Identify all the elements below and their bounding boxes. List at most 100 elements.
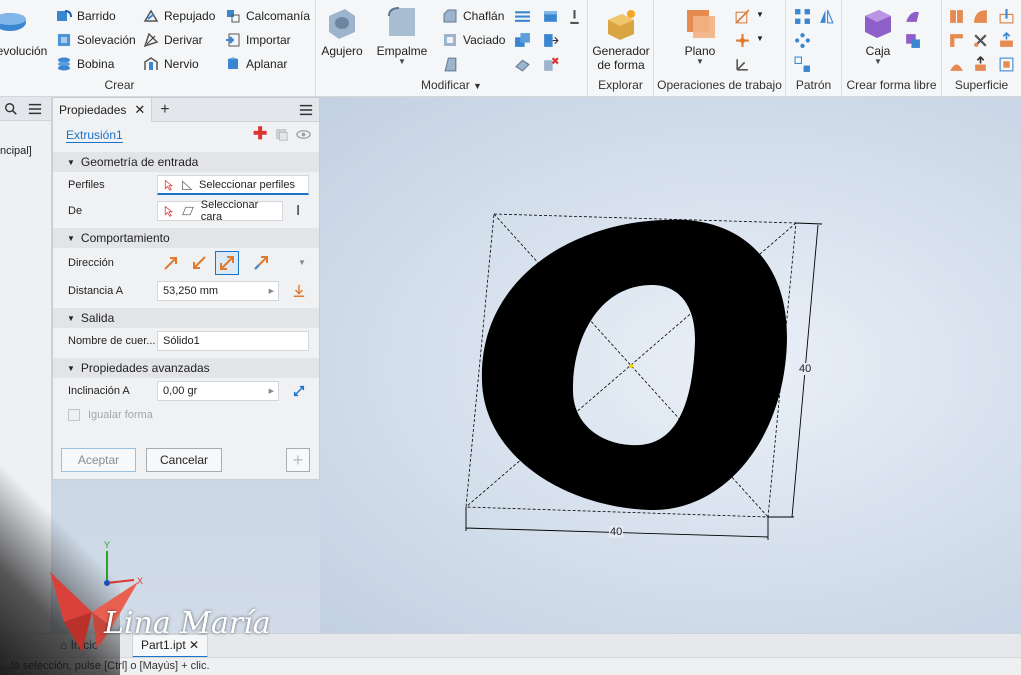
barrido-button[interactable]: Barrido xyxy=(56,8,116,24)
vaciado-button[interactable]: Vaciado xyxy=(442,32,505,48)
inclinacion-input[interactable]: 0,00 gr ▶ xyxy=(157,381,279,401)
inclinacion-arrow-icon[interactable]: ▶ xyxy=(269,387,274,395)
aceptar-button[interactable]: Aceptar xyxy=(61,448,136,472)
caja-button[interactable]: Caja ▼ xyxy=(858,6,898,66)
delete-face-icon[interactable] xyxy=(542,56,559,73)
face-draft-icon[interactable] xyxy=(566,8,583,25)
cancelar-button[interactable]: Cancelar xyxy=(146,448,222,472)
menu-icon[interactable] xyxy=(28,102,42,116)
section-geometria-entrada[interactable]: ▼ Geometría de entrada xyxy=(53,152,319,172)
flip-taper-icon[interactable] xyxy=(292,384,306,398)
derivar-button[interactable]: Derivar xyxy=(143,32,203,48)
ucs-icon[interactable] xyxy=(734,56,751,73)
group-label-modificar[interactable]: Modificar ▼ xyxy=(316,78,587,92)
freeform-box-icon xyxy=(865,10,891,38)
tab-propiedades[interactable]: Propiedades ✕ xyxy=(53,97,153,122)
move-face-icon[interactable] xyxy=(542,32,559,49)
direction-symmetric-icon xyxy=(220,256,234,270)
direction-symmetric-button[interactable] xyxy=(215,251,239,275)
mirror-icon[interactable] xyxy=(818,8,835,25)
properties-tabs: Propiedades ✕ + xyxy=(53,97,319,122)
sculpt-icon[interactable] xyxy=(972,32,989,49)
section-comportamiento[interactable]: ▼ Comportamiento xyxy=(53,228,319,248)
center-point[interactable] xyxy=(629,364,633,368)
direccion-row: Dirección ▼ xyxy=(53,248,319,278)
feature-name[interactable]: Extrusión1 xyxy=(66,128,123,143)
replace-face-icon[interactable] xyxy=(998,32,1015,49)
trim-surface-icon[interactable] xyxy=(998,8,1015,25)
browser-toolbar xyxy=(0,97,51,121)
search-icon[interactable] xyxy=(4,102,18,116)
apply-add-button[interactable]: + xyxy=(286,448,310,472)
direction-default-icon[interactable] xyxy=(163,255,179,271)
rectangular-pattern-icon[interactable] xyxy=(794,8,811,25)
plano-button[interactable]: Plano ▼ xyxy=(680,6,720,66)
work-point-dropdown-icon[interactable]: ▼ xyxy=(756,34,764,43)
dimension-horizontal-value[interactable]: 40 xyxy=(609,526,624,538)
sweep-icon xyxy=(57,10,72,21)
measure-icon[interactable] xyxy=(292,284,306,298)
de-selector[interactable]: Seleccionar cara xyxy=(157,199,283,223)
profile-o-shape[interactable] xyxy=(481,219,787,511)
close-tab-icon[interactable]: ✕ xyxy=(134,98,145,122)
thicken-offset-icon[interactable] xyxy=(972,56,989,73)
empalme-button[interactable]: Empalme ▼ xyxy=(374,6,430,66)
plano-dropdown-icon[interactable]: ▼ xyxy=(680,58,720,66)
browser-node-partial[interactable]: ncipal] xyxy=(0,145,32,157)
graphics-viewport[interactable]: 40 40 xyxy=(320,97,1021,633)
extend-icon[interactable] xyxy=(948,32,965,49)
thicken-icon[interactable] xyxy=(542,8,559,25)
visibility-icon[interactable] xyxy=(296,127,311,142)
work-point-icon[interactable] xyxy=(734,32,751,49)
sketch-canvas[interactable] xyxy=(320,97,1021,633)
draft-icon[interactable] xyxy=(442,56,459,73)
nervio-button[interactable]: Nervio xyxy=(143,56,199,72)
copy-object-icon[interactable] xyxy=(514,56,531,73)
panel-menu-icon[interactable] xyxy=(299,103,313,117)
revolucion-button[interactable]: evolución xyxy=(0,6,48,58)
repujado-button[interactable]: Repujado xyxy=(143,8,215,24)
section-salida[interactable]: ▼ Salida xyxy=(53,308,319,328)
direction-dropdown-icon[interactable]: ▼ xyxy=(298,258,306,267)
caja-dropdown-icon[interactable]: ▼ xyxy=(858,58,898,66)
properties-panel: Propiedades ✕ + Extrusión1 ✚ ▼ Geometría… xyxy=(52,97,320,480)
sketch-pattern-icon[interactable] xyxy=(794,56,811,73)
solevacion-button[interactable]: Solevación xyxy=(56,32,136,48)
repair-icon[interactable] xyxy=(998,56,1015,73)
decal-icon xyxy=(227,10,240,23)
perfiles-selector[interactable]: Seleccionar perfiles xyxy=(157,175,309,195)
convert-freeform-icon[interactable] xyxy=(904,32,921,49)
circular-pattern-icon[interactable] xyxy=(794,32,811,49)
igualar-forma-row: Igualar forma xyxy=(53,404,319,426)
derive-icon xyxy=(143,32,159,48)
aplanar-button[interactable]: Aplanar xyxy=(225,56,287,72)
work-axis-dropdown-icon[interactable]: ▼ xyxy=(756,10,764,19)
direction-flipped-icon[interactable] xyxy=(191,255,207,271)
ruled-surface-icon[interactable] xyxy=(948,56,965,73)
importar-button[interactable]: Importar xyxy=(225,32,291,48)
direction-asymmetric-icon[interactable] xyxy=(253,255,269,271)
calcomania-button[interactable]: Calcomanía xyxy=(225,8,310,24)
stitch-icon[interactable] xyxy=(948,8,965,25)
work-axis-icon[interactable] xyxy=(734,8,751,25)
distancia-arrow-icon[interactable]: ▶ xyxy=(269,287,274,295)
distancia-input[interactable]: 53,250 mm ▶ xyxy=(157,281,279,301)
copy-icon[interactable] xyxy=(275,128,289,142)
igualar-forma-checkbox[interactable] xyxy=(68,409,80,421)
chaflan-button[interactable]: Chaflán xyxy=(442,8,504,24)
nombre-input[interactable]: Sólido1 xyxy=(157,331,309,351)
bobina-button[interactable]: Bobina xyxy=(56,56,114,72)
add-extrusion-icon[interactable]: ✚ xyxy=(253,124,267,144)
generador-forma-button[interactable]: Generador de forma xyxy=(590,6,652,72)
empalme-dropdown-icon[interactable]: ▼ xyxy=(374,58,430,66)
agujero-button[interactable]: Agujero xyxy=(320,6,364,58)
add-tab-icon[interactable]: + xyxy=(160,101,169,119)
freeform-face-icon[interactable] xyxy=(904,8,921,25)
patch-icon[interactable] xyxy=(972,8,989,25)
dimension-vertical-value[interactable]: 40 xyxy=(798,363,813,375)
to-surface-icon[interactable]: Ⅰ xyxy=(296,202,300,219)
section-propiedades-avanzadas[interactable]: ▼ Propiedades avanzadas xyxy=(53,358,319,378)
combine-icon[interactable] xyxy=(514,32,531,49)
split-icon[interactable] xyxy=(514,8,531,25)
group-label-crear: Crear xyxy=(104,78,135,92)
